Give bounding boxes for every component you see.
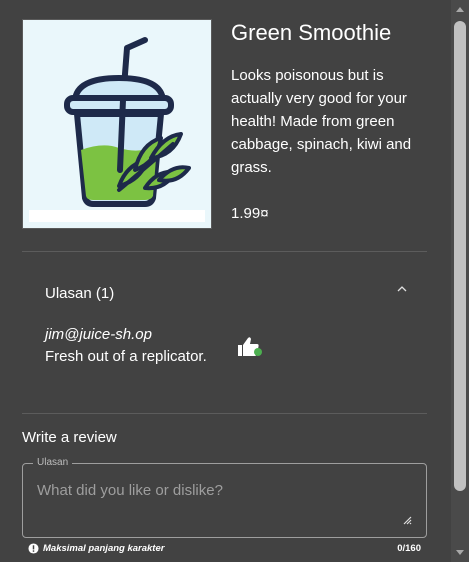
review-field-label: Ulasan: [33, 457, 73, 468]
info-icon: [28, 543, 39, 554]
vertical-scrollbar[interactable]: [451, 0, 469, 562]
review-textarea[interactable]: Ulasan What did you like or dislike?: [22, 457, 427, 538]
product-details-dialog: Green Smoothie Looks poisonous but is ac…: [0, 0, 469, 562]
review-author: jim@juice-sh.op: [45, 326, 152, 343]
reviews-expansion-header[interactable]: Ulasan (1): [22, 268, 427, 318]
divider: [22, 251, 427, 252]
product-image: [22, 19, 212, 229]
smoothie-cup-icon: [29, 37, 205, 222]
divider: [22, 413, 427, 414]
product-description: Looks poisonous but is actually very goo…: [231, 67, 412, 176]
thumbs-up-icon[interactable]: [236, 335, 264, 359]
review-placeholder: What did you like or dislike?: [37, 482, 223, 499]
max-length-hint: Maksimal panjang karakter: [43, 543, 165, 554]
product-price: 1.99¤: [231, 205, 269, 222]
review-text: Fresh out of a replicator.: [45, 348, 207, 365]
write-review-label: Write a review: [22, 429, 117, 446]
character-counter: 0/160: [397, 543, 421, 554]
reviews-title: Ulasan (1): [45, 285, 115, 302]
scrollbar-thumb[interactable]: [454, 21, 466, 491]
resize-handle-icon[interactable]: [402, 515, 412, 525]
product-title: Green Smoothie: [231, 20, 392, 45]
scroll-up-arrow-icon[interactable]: [455, 5, 465, 13]
chevron-up-icon: [397, 286, 407, 292]
scroll-down-arrow-icon[interactable]: [455, 549, 465, 557]
